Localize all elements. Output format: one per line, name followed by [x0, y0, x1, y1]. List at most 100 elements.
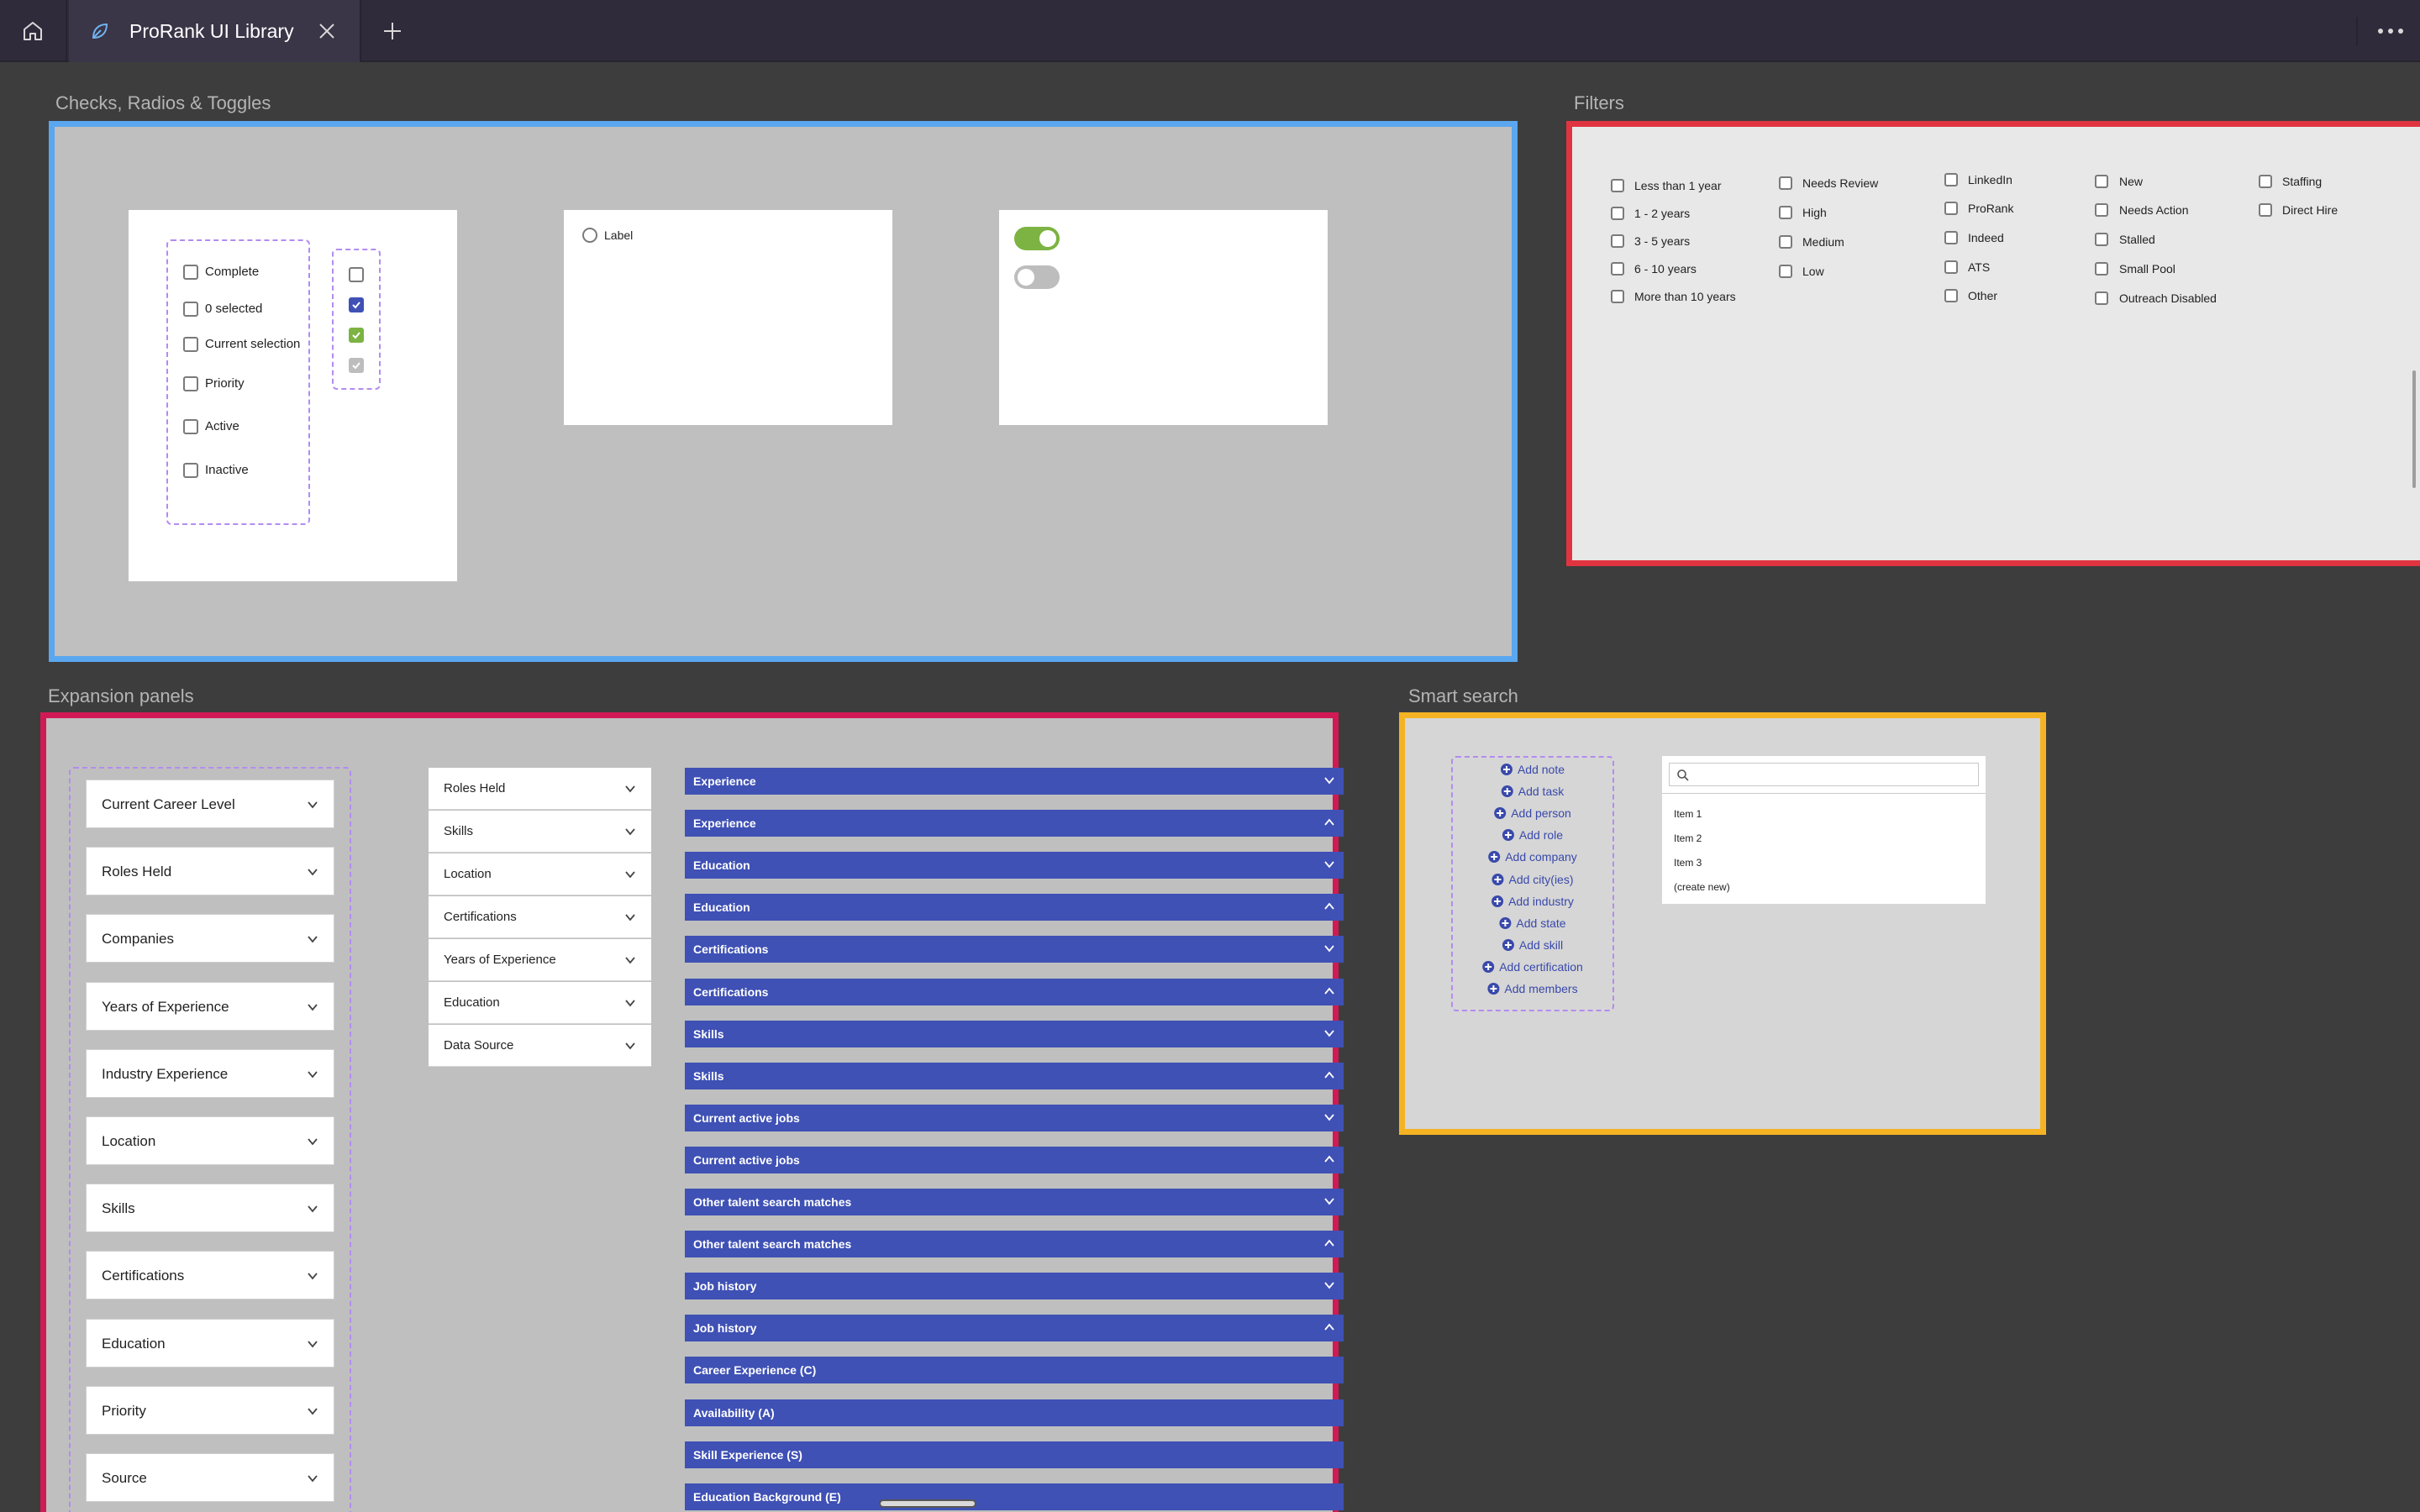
checkbox-current-selection[interactable] — [183, 337, 198, 352]
horizontal-scrollbar[interactable] — [879, 1499, 976, 1508]
expansion-list-panel[interactable]: Years of Experience — [429, 939, 651, 981]
plus-icon[interactable] — [380, 18, 405, 44]
expansion-bar-panel[interactable]: Skills — [685, 1020, 1344, 1047]
toggle-card — [999, 210, 1328, 425]
expansion-card-panel[interactable]: Priority — [86, 1385, 334, 1435]
smart-search-action[interactable]: Add person — [1494, 806, 1571, 820]
expansion-bar-panel[interactable]: Education Background (E) — [685, 1483, 1344, 1510]
smart-search-action[interactable]: Add note — [1500, 763, 1565, 776]
expansion-bar-panel[interactable]: Experience — [685, 810, 1344, 837]
toggle-off[interactable] — [1014, 265, 1060, 289]
checkbox-unchecked[interactable] — [349, 267, 364, 282]
expansion-bar-panel[interactable]: Experience — [685, 768, 1344, 795]
smart-search-action[interactable]: Add state — [1499, 916, 1566, 930]
expansion-card-panel[interactable]: Skills — [86, 1184, 334, 1233]
checkbox-inactive[interactable] — [183, 463, 198, 478]
toggle-on[interactable] — [1014, 227, 1060, 250]
filter-checkbox-staffing[interactable] — [2259, 175, 2272, 188]
filter-checkbox-stalled[interactable] — [2095, 233, 2108, 246]
expansion-bar-panel[interactable]: Current active jobs — [685, 1104, 1344, 1131]
scrollbar-thumb[interactable] — [2412, 370, 2416, 488]
expansion-card-panel[interactable]: Companies — [86, 914, 334, 963]
filter-checkbox-low[interactable] — [1779, 265, 1792, 278]
tab-title: ProRank UI Library — [129, 20, 294, 42]
expansion-card-panel[interactable]: Certifications — [86, 1251, 334, 1300]
filter-checkbox-medium[interactable] — [1779, 235, 1792, 249]
smart-search-action[interactable]: Add city(ies) — [1491, 873, 1574, 886]
expansion-bar-panel[interactable]: Availability (A) — [685, 1399, 1344, 1426]
smart-search-action[interactable]: Add industry — [1491, 895, 1574, 908]
panel-title: Current active jobs — [693, 1152, 800, 1167]
filter-checkbox-new[interactable] — [2095, 175, 2108, 188]
expansion-card-panel[interactable]: Years of Experience — [86, 981, 334, 1031]
add-circle-icon — [1494, 807, 1507, 820]
expansion-bar-panel[interactable]: Other talent search matches — [685, 1231, 1344, 1258]
expansion-card-panel[interactable]: Industry Experience — [86, 1048, 334, 1098]
expansion-bar-panel[interactable]: Certifications — [685, 978, 1344, 1005]
expansion-bar-panel[interactable]: Education — [685, 894, 1344, 921]
expansion-bar-panel[interactable]: Certifications — [685, 936, 1344, 963]
checkbox-priority[interactable] — [183, 376, 198, 391]
radio-button[interactable] — [582, 228, 597, 243]
tab-prorank-ui-library[interactable]: ProRank UI Library — [69, 0, 361, 62]
filter-checkbox-needs-review[interactable] — [1779, 176, 1792, 190]
filter-checkbox-needs-action[interactable] — [2095, 203, 2108, 217]
expansion-bar-panel[interactable]: Career Experience (C) — [685, 1357, 1344, 1384]
expansion-list-panel[interactable]: Roles Held — [429, 768, 651, 810]
search-create-new[interactable]: (create new) — [1674, 881, 1730, 893]
action-label: Add certification — [1499, 959, 1583, 974]
expansion-bar-panel[interactable]: Skills — [685, 1062, 1344, 1089]
filter-checkbox-more-than-10-years[interactable] — [1611, 290, 1624, 303]
add-circle-icon — [1499, 916, 1512, 929]
checkbox-checked-green[interactable] — [349, 328, 364, 343]
filter-checkbox-6-10-years[interactable] — [1611, 262, 1624, 276]
smart-search-input[interactable] — [1669, 763, 1979, 786]
expansion-list-panel[interactable]: Skills — [429, 811, 651, 853]
search-result-item[interactable]: Item 3 — [1674, 857, 1702, 869]
checkbox-active[interactable] — [183, 419, 198, 434]
smart-search-action[interactable]: Add task — [1501, 785, 1564, 798]
filter-checkbox-prorank[interactable] — [1944, 202, 1958, 215]
expansion-card-panel[interactable]: Roles Held — [86, 847, 334, 896]
search-result-item[interactable]: Item 1 — [1674, 808, 1702, 820]
smart-search-action[interactable]: Add certification — [1482, 960, 1583, 974]
checkbox-checked[interactable] — [349, 297, 364, 312]
smart-search-action[interactable]: Add role — [1502, 828, 1563, 842]
expansion-list-panel[interactable]: Education — [429, 982, 651, 1024]
expansion-list-panel[interactable]: Location — [429, 853, 651, 895]
expansion-bar-panel[interactable]: Job history — [685, 1273, 1344, 1300]
checkbox-0-selected[interactable] — [183, 302, 198, 317]
expansion-bar-panel[interactable]: Education — [685, 852, 1344, 879]
expansion-card-panel[interactable]: Source — [86, 1453, 334, 1502]
expansion-bar-panel[interactable]: Current active jobs — [685, 1146, 1344, 1173]
filter-checkbox-indeed[interactable] — [1944, 231, 1958, 244]
filter-checkbox-small-pool[interactable] — [2095, 262, 2108, 276]
smart-search-action[interactable]: Add company — [1488, 850, 1577, 864]
expansion-card-panel[interactable]: Location — [86, 1116, 334, 1165]
checkbox-complete[interactable] — [183, 265, 198, 280]
filter-checkbox-less-than-1-year[interactable] — [1611, 179, 1624, 192]
smart-search-action[interactable]: Add members — [1487, 982, 1578, 995]
expansion-bar-panel[interactable]: Job history — [685, 1315, 1344, 1342]
expansion-list-panel[interactable]: Certifications — [429, 896, 651, 938]
expansion-bar-panel[interactable]: Other talent search matches — [685, 1189, 1344, 1215]
filter-checkbox-linkedin[interactable] — [1944, 173, 1958, 186]
filter-checkbox-outreach-disabled[interactable] — [2095, 291, 2108, 305]
filter-checkbox-ats[interactable] — [1944, 260, 1958, 274]
filter-checkbox-other[interactable] — [1944, 289, 1958, 302]
filter-checkbox-high[interactable] — [1779, 206, 1792, 219]
expansion-bar-panel[interactable]: Skill Experience (S) — [685, 1441, 1344, 1468]
home-button[interactable] — [0, 0, 67, 62]
filter-label: More than 10 years — [1634, 290, 1736, 303]
filter-checkbox-3-5-years[interactable] — [1611, 234, 1624, 248]
expansion-card-panel[interactable]: Education — [86, 1318, 334, 1368]
more-icon[interactable] — [2356, 17, 2403, 45]
filter-checkbox-1-2-years[interactable] — [1611, 207, 1624, 220]
filter-checkbox-direct-hire[interactable] — [2259, 203, 2272, 217]
expansion-card-panel[interactable]: Current Career Level — [86, 780, 334, 828]
close-icon[interactable] — [316, 20, 338, 42]
search-result-item[interactable]: Item 2 — [1674, 832, 1702, 844]
smart-search-field[interactable] — [1695, 766, 1972, 783]
smart-search-action[interactable]: Add skill — [1502, 938, 1563, 952]
expansion-list-panel[interactable]: Data Source — [429, 1025, 651, 1067]
